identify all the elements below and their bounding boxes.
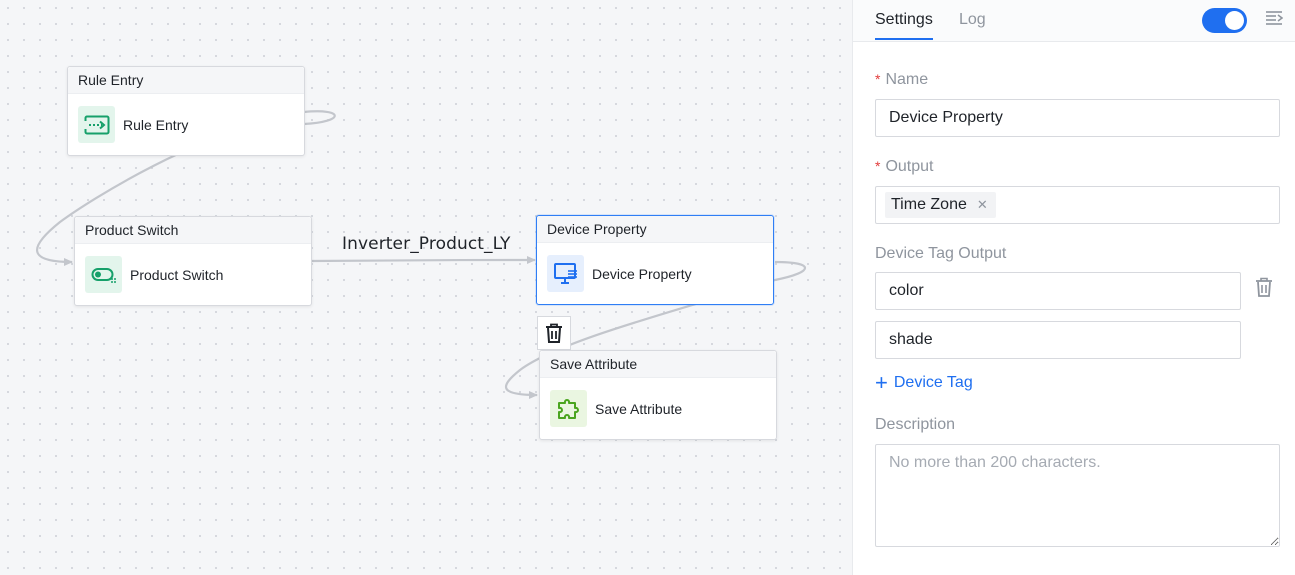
device-tag-input[interactable] [875, 272, 1241, 310]
switch-icon [85, 256, 122, 293]
trash-icon[interactable] [1255, 277, 1273, 297]
panel-tabs: Settings Log [853, 0, 1295, 42]
edge-label[interactable]: Inverter_Product_LY [342, 234, 510, 254]
collapse-panel-icon[interactable] [1265, 10, 1283, 26]
puzzle-icon [550, 390, 587, 427]
required-mark: * [875, 71, 881, 87]
description-label: Description [875, 416, 956, 433]
name-input[interactable] [875, 99, 1280, 137]
enable-toggle[interactable] [1202, 8, 1247, 33]
node-label: Device Property [592, 265, 692, 282]
tab-log[interactable]: Log [959, 11, 986, 29]
node-rule-entry[interactable]: Rule Entry Rule Entry [67, 66, 305, 156]
settings-panel: Settings Log *Name *Output Time Zone ✕ D… [852, 0, 1295, 575]
device-tag-input[interactable] [875, 321, 1241, 359]
node-label: Rule Entry [123, 116, 189, 133]
edge-product-switch-to-device-property [310, 256, 536, 265]
node-label: Save Attribute [595, 400, 683, 417]
node-device-property[interactable]: Device Property Device Property [536, 215, 774, 305]
tab-settings[interactable]: Settings [875, 11, 933, 29]
plus-icon: + [875, 370, 888, 395]
tag-close-icon[interactable]: ✕ [977, 192, 988, 218]
node-label: Product Switch [130, 266, 224, 283]
output-select[interactable]: Time Zone ✕ [875, 186, 1280, 224]
node-product-switch[interactable]: Product Switch Product Switch [74, 216, 312, 306]
trash-icon [546, 323, 562, 343]
node-header: Product Switch [75, 217, 311, 244]
node-header: Rule Entry [68, 67, 304, 94]
required-mark: * [875, 158, 881, 174]
add-device-tag-button[interactable]: + Device Tag [875, 370, 973, 395]
description-textarea[interactable] [875, 444, 1280, 547]
entry-icon [78, 106, 115, 143]
node-save-attribute[interactable]: Save Attribute Save Attribute [539, 350, 777, 440]
output-label: * Output [875, 158, 934, 175]
node-header: Save Attribute [540, 351, 776, 378]
output-tag: Time Zone ✕ [885, 192, 996, 218]
device-tag-output-label: Device Tag Output [875, 245, 1007, 262]
delete-node-button[interactable] [537, 316, 571, 350]
output-tag-label: Time Zone [891, 196, 967, 213]
monitor-icon [547, 255, 584, 292]
node-header: Device Property [537, 216, 773, 243]
active-tab-indicator [875, 38, 933, 40]
flow-canvas[interactable]: Rule Entry Rule Entry Product Switch Pro… [0, 0, 852, 575]
toggle-knob [1225, 11, 1244, 30]
name-label: * Name [875, 71, 929, 88]
add-device-tag-label: Device Tag [893, 374, 973, 391]
